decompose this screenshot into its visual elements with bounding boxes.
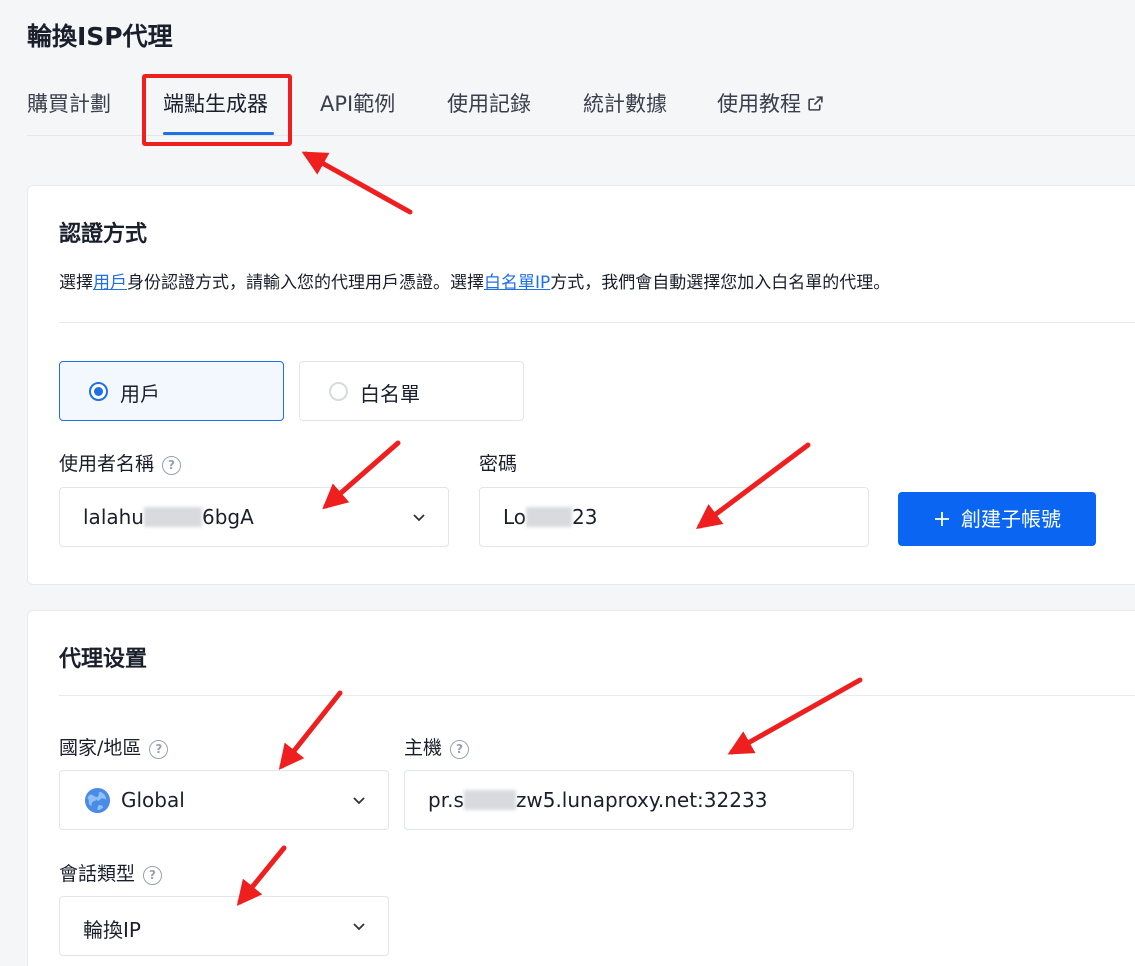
host-field[interactable]: pr.s zw5.lunaproxy.net:32233: [404, 770, 854, 830]
username-suffix: 6bgA: [201, 505, 254, 529]
proxy-card: 代理设置 國家/地區? Global 主機? pr.s zw5.lunaproxy…: [27, 610, 1135, 966]
page-title: 輪換ISP代理: [27, 22, 173, 51]
auth-title: 認證方式: [59, 222, 148, 247]
host-label: 主機?: [404, 733, 470, 760]
password-input[interactable]: Lo 23: [479, 487, 869, 547]
user-link[interactable]: 用戶: [93, 273, 127, 293]
tab-statistics[interactable]: 統計數據: [583, 88, 667, 118]
chevron-down-icon: [353, 923, 365, 931]
auth-option-whitelist[interactable]: 白名單: [299, 361, 524, 421]
country-value: Global: [121, 788, 185, 812]
active-tab-indicator: [163, 132, 274, 135]
host-suffix: zw5.lunaproxy.net:32233: [515, 788, 768, 812]
password-label: 密碼: [479, 453, 518, 475]
help-icon[interactable]: ?: [162, 456, 182, 475]
tab-tutorial-label: 使用教程: [717, 92, 801, 116]
whitelist-link[interactable]: 白名單IP: [484, 273, 550, 293]
divider: [59, 695, 1135, 696]
help-icon[interactable]: ?: [143, 866, 163, 885]
username-value: lalahu 6bgA: [83, 505, 254, 529]
host-value: pr.s zw5.lunaproxy.net:32233: [428, 788, 767, 812]
session-label: 會話類型?: [59, 859, 163, 886]
proxy-title: 代理设置: [59, 647, 148, 672]
create-subaccount-button[interactable]: 創建子帳號: [898, 492, 1096, 546]
help-icon[interactable]: ?: [450, 740, 470, 759]
session-select[interactable]: 輪換IP: [59, 896, 389, 956]
username-label: 使用者名稱?: [59, 449, 182, 476]
country-label: 國家/地區?: [59, 733, 169, 760]
redacted-mask: [526, 507, 573, 527]
username-prefix: lalahu: [83, 505, 144, 529]
tab-api-examples[interactable]: API範例: [320, 88, 395, 118]
auth-description: 選擇用戶身份認證方式，請輸入您的代理用戶憑證。選擇白名單IP方式，我們會自動選擇…: [59, 268, 890, 293]
password-value: Lo 23: [503, 505, 597, 529]
desc-part1: 選擇: [59, 273, 93, 293]
create-subaccount-label: 創建子帳號: [961, 507, 1061, 531]
external-link-icon: [808, 96, 823, 111]
tab-purchase-plan[interactable]: 購買計劃: [27, 88, 111, 118]
radio-selected-icon: [89, 382, 108, 401]
password-prefix: Lo: [503, 505, 527, 529]
username-select[interactable]: lalahu 6bgA: [59, 487, 449, 547]
redacted-mask: [463, 790, 516, 810]
country-label-text: 國家/地區: [59, 737, 142, 759]
tab-bar: 購買計劃 端點生成器 API範例 使用記錄 統計數據 使用教程: [27, 70, 1135, 136]
session-value: 輪換IP: [83, 918, 141, 942]
host-label-text: 主機: [404, 737, 443, 759]
auth-option-label: 白名單: [360, 382, 420, 406]
tab-tutorial[interactable]: 使用教程: [717, 88, 824, 118]
auth-option-user[interactable]: 用戶: [59, 361, 284, 421]
session-label-text: 會話類型: [59, 863, 136, 885]
desc-part2: 身份認證方式，請輸入您的代理用戶憑證。選擇: [127, 273, 484, 293]
tab-endpoint-generator[interactable]: 端點生成器: [163, 88, 268, 118]
redacted-mask: [143, 507, 202, 527]
username-label-text: 使用者名稱: [59, 453, 155, 475]
chevron-down-icon: [353, 797, 365, 805]
country-select[interactable]: Global: [59, 770, 389, 830]
host-prefix: pr.s: [428, 788, 464, 812]
divider: [59, 322, 1135, 323]
radio-unselected-icon: [329, 382, 348, 401]
tab-usage-records[interactable]: 使用記錄: [447, 88, 531, 118]
chevron-down-icon: [413, 514, 425, 522]
plus-icon: [935, 512, 949, 526]
globe-icon: [84, 787, 111, 814]
auth-option-label: 用戶: [120, 382, 160, 406]
help-icon[interactable]: ?: [149, 740, 169, 759]
password-suffix: 23: [572, 505, 598, 529]
auth-card: 認證方式 選擇用戶身份認證方式，請輸入您的代理用戶憑證。選擇白名單IP方式，我們…: [27, 185, 1135, 585]
desc-part3: 方式，我們會自動選擇您加入白名單的代理。: [550, 273, 891, 293]
